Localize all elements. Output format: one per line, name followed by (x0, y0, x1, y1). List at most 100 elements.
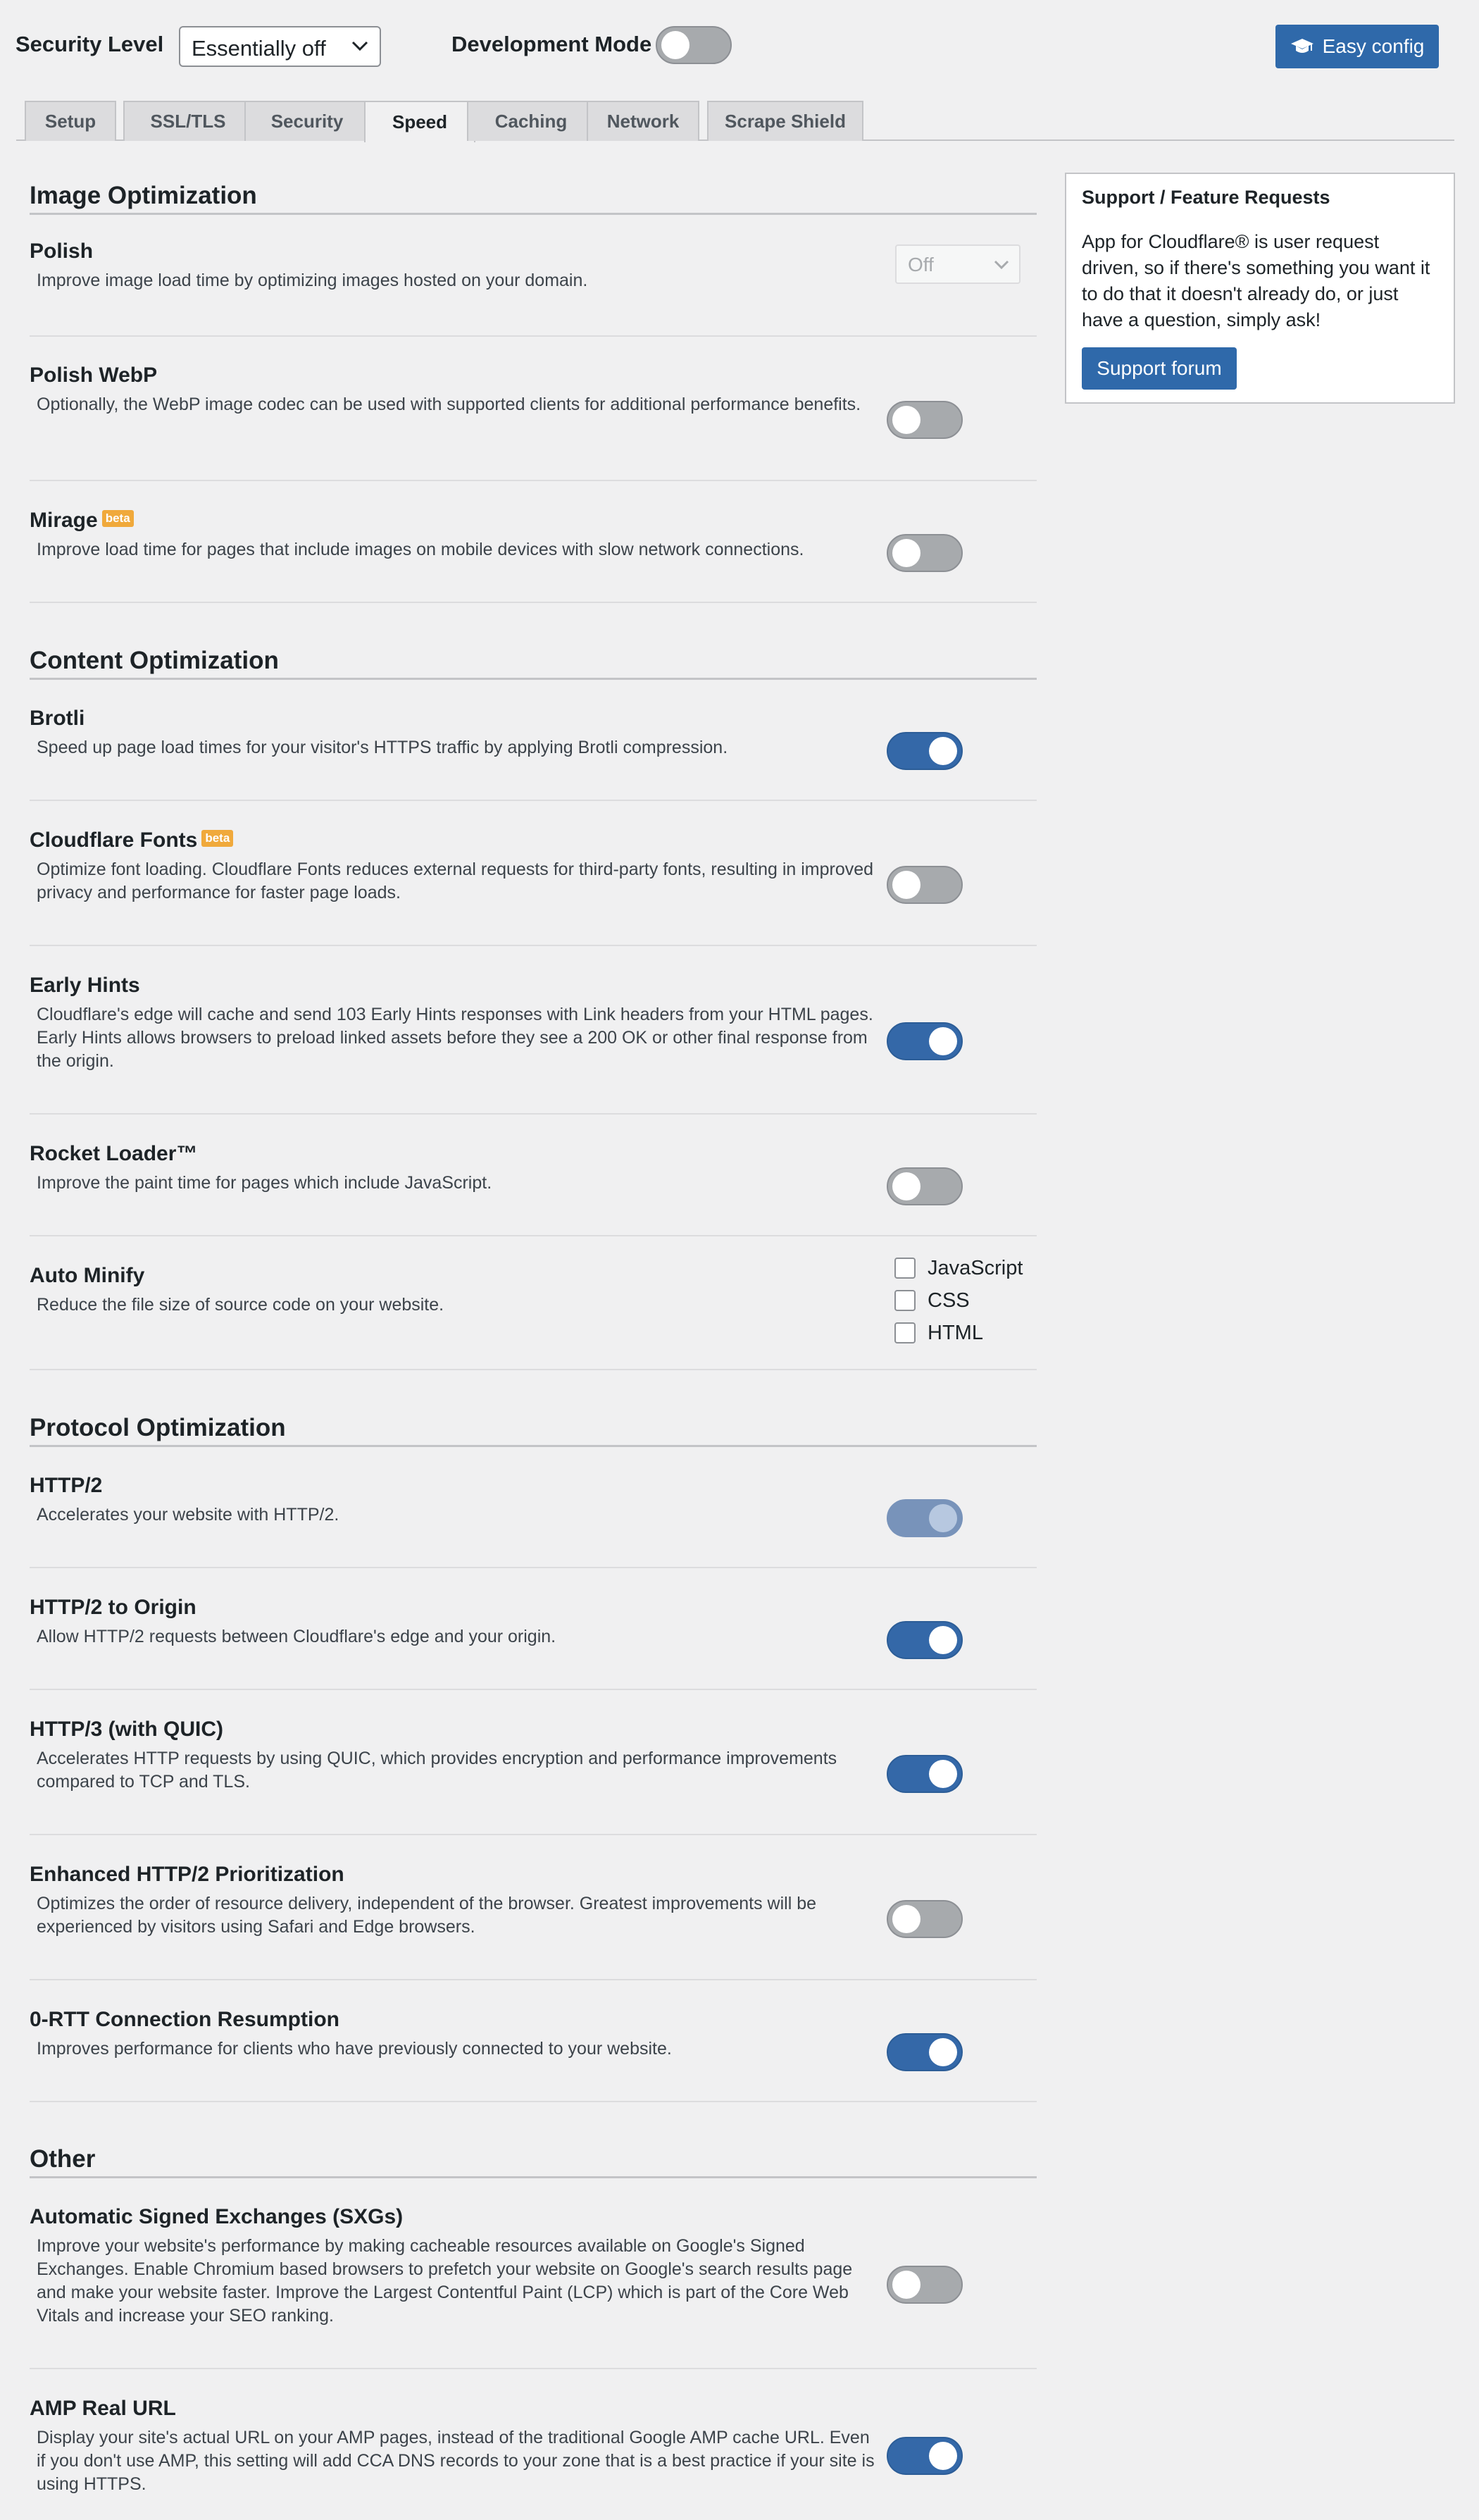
rocket-loader-description: Improve the paint time for pages which i… (37, 1173, 492, 1193)
early-hints-description: Cloudflare's edge will cache and send 10… (37, 1005, 873, 1071)
http3-description: Accelerates HTTP requests by using QUIC,… (37, 1749, 837, 1792)
auto-minify-title: Auto Minify (30, 1264, 145, 1287)
brotli-description: Speed up page load times for your visito… (37, 738, 728, 757)
tab-security[interactable]: Security (244, 101, 370, 141)
polish-webp-description: Optionally, the WebP image codec can be … (37, 395, 861, 414)
section-title-protocol-optimization: Protocol Optimization (30, 1414, 1037, 1447)
chevron-down-icon (351, 41, 368, 51)
toggle-knob (929, 737, 957, 765)
toggle-knob (929, 1760, 957, 1788)
enhanced-http2-toggle[interactable] (887, 1900, 963, 1938)
tab-setup[interactable]: Setup (25, 101, 116, 141)
setting-row-mirage: Mirage beta Improve load time for pages t… (30, 509, 1037, 603)
http2-origin-description: Allow HTTP/2 requests between Cloudflare… (37, 1627, 556, 1646)
toggle-knob (929, 1504, 957, 1532)
http2-description: Accelerates your website with HTTP/2. (37, 1505, 339, 1525)
setting-row-rocket-loader: Rocket Loader™ Improve the paint time fo… (30, 1142, 1037, 1236)
support-sidebar: Support / Feature Requests App for Cloud… (1065, 173, 1455, 404)
early-hints-toggle[interactable] (887, 1022, 963, 1060)
toggle-knob (929, 1626, 957, 1654)
support-forum-button[interactable]: Support forum (1082, 347, 1237, 390)
sxg-title: Automatic Signed Exchanges (SXGs) (30, 2205, 404, 2228)
amp-toggle[interactable] (887, 2437, 963, 2475)
setting-row-early-hints: Early Hints Cloudflare's edge will cache… (30, 974, 1037, 1115)
setting-row-http2-origin: HTTP/2 to Origin Allow HTTP/2 requests b… (30, 1596, 1037, 1690)
toggle-knob (892, 1905, 921, 1933)
auto-minify-description: Reduce the file size of source code on y… (37, 1295, 444, 1315)
setting-row-auto-minify: Auto Minify Reduce the file size of sour… (30, 1257, 1037, 1370)
checkbox-html[interactable] (894, 1322, 916, 1343)
checkbox-label-html: HTML (928, 1322, 983, 1344)
section-title-image-optimization: Image Optimization (30, 182, 1037, 215)
http2-toggle[interactable] (887, 1499, 963, 1537)
easy-config-label: Easy config (1322, 35, 1425, 57)
section-title-content-optimization: Content Optimization (30, 647, 1037, 680)
zero-rtt-toggle[interactable] (887, 2033, 963, 2071)
toggle-knob (892, 2271, 921, 2299)
checkbox-css[interactable] (894, 1290, 916, 1311)
sxg-description: Improve your website's performance by ma… (37, 2236, 853, 2326)
enhanced-http2-description: Optimizes the order of resource delivery… (37, 1894, 817, 1937)
polish-select[interactable]: Off (895, 244, 1021, 284)
beta-badge: beta (101, 510, 134, 527)
polish-description: Improve image load time by optimizing im… (37, 271, 588, 290)
amp-title: AMP Real URL (30, 2397, 176, 2420)
tab-caching[interactable]: Caching (467, 101, 595, 141)
top-bar: Security Level Essentially off Developme… (0, 0, 1479, 92)
tab-ssl-tls[interactable]: SSL/TLS (123, 101, 253, 141)
development-mode-toggle[interactable] (656, 26, 732, 64)
checkbox-label-css: CSS (928, 1289, 970, 1312)
section-title-other: Other (30, 2145, 1037, 2178)
cloudflare-fonts-toggle[interactable] (887, 866, 963, 904)
support-forum-label: Support forum (1097, 357, 1222, 379)
setting-row-cloudflare-fonts: Cloudflare Fonts beta Optimize font loadi… (30, 828, 1037, 946)
toggle-knob (892, 871, 921, 899)
polish-webp-toggle[interactable] (887, 401, 963, 439)
http2-title: HTTP/2 (30, 1474, 103, 1497)
setting-row-http3: HTTP/3 (with QUIC) Accelerates HTTP requ… (30, 1718, 1037, 1835)
sidebar-title: Support / Feature Requests (1082, 187, 1330, 208)
development-mode-label: Development Mode (451, 32, 652, 56)
rocket-loader-title: Rocket Loader™ (30, 1142, 198, 1165)
zero-rtt-description: Improves performance for clients who hav… (37, 2039, 672, 2059)
rocket-loader-toggle[interactable] (887, 1167, 963, 1205)
mirage-title: Mirage (30, 509, 98, 532)
checkbox-javascript[interactable] (894, 1258, 916, 1279)
early-hints-title: Early Hints (30, 974, 140, 997)
security-level-value: Essentially off (192, 36, 326, 61)
cloudflare-fonts-title: Cloudflare Fonts (30, 828, 198, 852)
mirage-toggle[interactable] (887, 534, 963, 572)
amp-description: Display your site's actual URL on your A… (37, 2428, 875, 2494)
zero-rtt-title: 0-RTT Connection Resumption (30, 2008, 339, 2031)
http3-toggle[interactable] (887, 1755, 963, 1793)
toggle-knob (929, 2038, 957, 2066)
setting-row-polish: Polish Improve image load time by optimi… (30, 240, 1037, 337)
security-level-label: Security Level (15, 32, 164, 56)
setting-row-amp-real-url: AMP Real URL Display your site's actual … (30, 2397, 1037, 2520)
http2-origin-title: HTTP/2 to Origin (30, 1596, 196, 1619)
setting-row-http2: HTTP/2 Accelerates your website with HTT… (30, 1474, 1037, 1568)
easy-config-button[interactable]: Easy config (1275, 25, 1439, 68)
security-level-select[interactable]: Essentially off (179, 26, 381, 67)
toggle-knob (892, 406, 921, 434)
mirage-description: Improve load time for pages that include… (37, 540, 804, 559)
cloudflare-fonts-description: Optimize font loading. Cloudflare Fonts … (37, 859, 874, 902)
polish-select-value: Off (908, 254, 934, 275)
cloudflare-fonts-title-wrap: Cloudflare Fonts beta (30, 828, 234, 852)
setting-row-sxg: Automatic Signed Exchanges (SXGs) Improv… (30, 2205, 1037, 2369)
enhanced-http2-title: Enhanced HTTP/2 Prioritization (30, 1863, 344, 1886)
tab-scrape-shield[interactable]: Scrape Shield (707, 101, 863, 141)
mirage-title-wrap: Mirage beta (30, 509, 134, 533)
polish-webp-title: Polish WebP (30, 364, 158, 387)
sxg-toggle[interactable] (887, 2266, 963, 2304)
chevron-down-icon (994, 260, 1009, 270)
toggle-knob (892, 1172, 921, 1200)
brotli-toggle[interactable] (887, 732, 963, 770)
tab-speed[interactable]: Speed (364, 101, 475, 142)
setting-row-brotli: Brotli Speed up page load times for your… (30, 707, 1037, 801)
http2-origin-toggle[interactable] (887, 1621, 963, 1659)
tab-network[interactable]: Network (587, 101, 699, 141)
toggle-knob (892, 539, 921, 567)
toggle-knob (929, 1027, 957, 1055)
beta-badge: beta (201, 830, 234, 847)
